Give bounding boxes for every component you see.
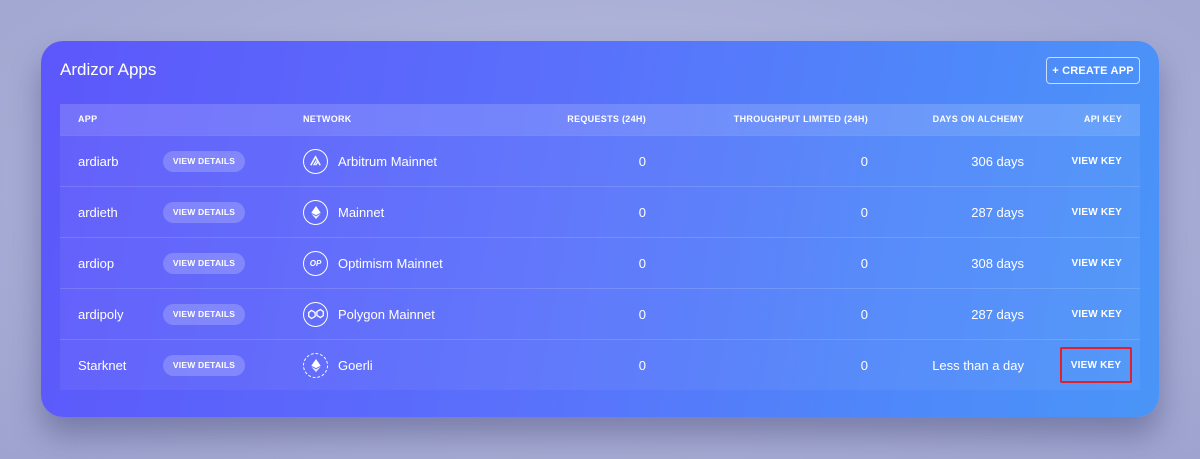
- network-name: Goerli: [338, 357, 373, 373]
- days-value: 308 days: [971, 255, 1024, 271]
- card-title: Ardizor Apps: [60, 60, 157, 79]
- header-throughput: THROUGHPUT LIMITED (24H): [733, 114, 868, 124]
- create-app-button[interactable]: + CREATE APP: [1046, 57, 1140, 84]
- app-name: ardiarb: [78, 153, 119, 169]
- view-details-button[interactable]: VIEW DETAILS: [163, 150, 245, 172]
- table-header: APP NETWORK REQUESTS (24H) THROUGHPUT LI…: [60, 104, 1140, 135]
- table-row: ardieth VIEW DETAILS Mainnet 0 0 287 day…: [60, 186, 1140, 237]
- table-row: ardipoly VIEW DETAILS Polygon Mainnet 0 …: [60, 288, 1140, 339]
- highlight-box: VIEW KEY: [1060, 347, 1132, 383]
- table-row: ardiop VIEW DETAILS OP Optimism Mainnet …: [60, 237, 1140, 288]
- network-name: Arbitrum Mainnet: [338, 153, 437, 169]
- view-details-button[interactable]: VIEW DETAILS: [163, 252, 245, 274]
- header-network: NETWORK: [303, 114, 352, 124]
- network-name: Polygon Mainnet: [338, 306, 435, 322]
- days-value: 287 days: [971, 306, 1024, 322]
- view-key-button[interactable]: VIEW KEY: [1072, 289, 1123, 339]
- table-row: Starknet VIEW DETAILS Goerli 0 0 Less th…: [60, 339, 1140, 390]
- view-details-button[interactable]: VIEW DETAILS: [163, 303, 245, 325]
- view-details-button[interactable]: VIEW DETAILS: [163, 354, 245, 376]
- apps-card: Ardizor Apps + CREATE APP APP NETWORK RE…: [41, 41, 1159, 417]
- header-app: APP: [78, 114, 98, 124]
- ethereum-icon: [303, 199, 328, 225]
- view-key-button[interactable]: VIEW KEY: [1072, 187, 1123, 237]
- header-api-key: API KEY: [1083, 114, 1122, 124]
- app-name: ardiop: [78, 255, 115, 271]
- requests-value: 0: [638, 306, 646, 322]
- app-name: ardipoly: [78, 306, 124, 322]
- days-value: Less than a day: [932, 357, 1024, 373]
- days-value: 306 days: [971, 153, 1024, 169]
- polygon-icon: [303, 301, 328, 327]
- apps-table: APP NETWORK REQUESTS (24H) THROUGHPUT LI…: [60, 104, 1140, 390]
- view-key-button[interactable]: VIEW KEY: [1072, 238, 1123, 288]
- app-name: Starknet: [78, 357, 127, 373]
- view-key-button[interactable]: VIEW KEY: [1072, 136, 1123, 186]
- throughput-value: 0: [860, 357, 868, 373]
- network-name: Mainnet: [338, 204, 385, 220]
- arbitrum-icon: [303, 148, 328, 174]
- ethereum-testnet-icon: [303, 352, 328, 378]
- optimism-icon: OP: [303, 250, 328, 276]
- app-name: ardieth: [78, 204, 118, 220]
- requests-value: 0: [638, 357, 646, 373]
- requests-value: 0: [638, 204, 646, 220]
- header-requests: REQUESTS (24H): [567, 114, 646, 124]
- table-row: ardiarb VIEW DETAILS Arbitrum Mainnet 0 …: [60, 135, 1140, 186]
- requests-value: 0: [638, 153, 646, 169]
- requests-value: 0: [638, 255, 646, 271]
- throughput-value: 0: [860, 306, 868, 322]
- view-details-button[interactable]: VIEW DETAILS: [163, 201, 245, 223]
- network-name: Optimism Mainnet: [338, 255, 443, 271]
- days-value: 287 days: [971, 204, 1024, 220]
- throughput-value: 0: [860, 204, 868, 220]
- header-days: DAYS ON ALCHEMY: [932, 114, 1024, 124]
- throughput-value: 0: [860, 153, 868, 169]
- view-key-button[interactable]: VIEW KEY: [1071, 360, 1122, 371]
- throughput-value: 0: [860, 255, 868, 271]
